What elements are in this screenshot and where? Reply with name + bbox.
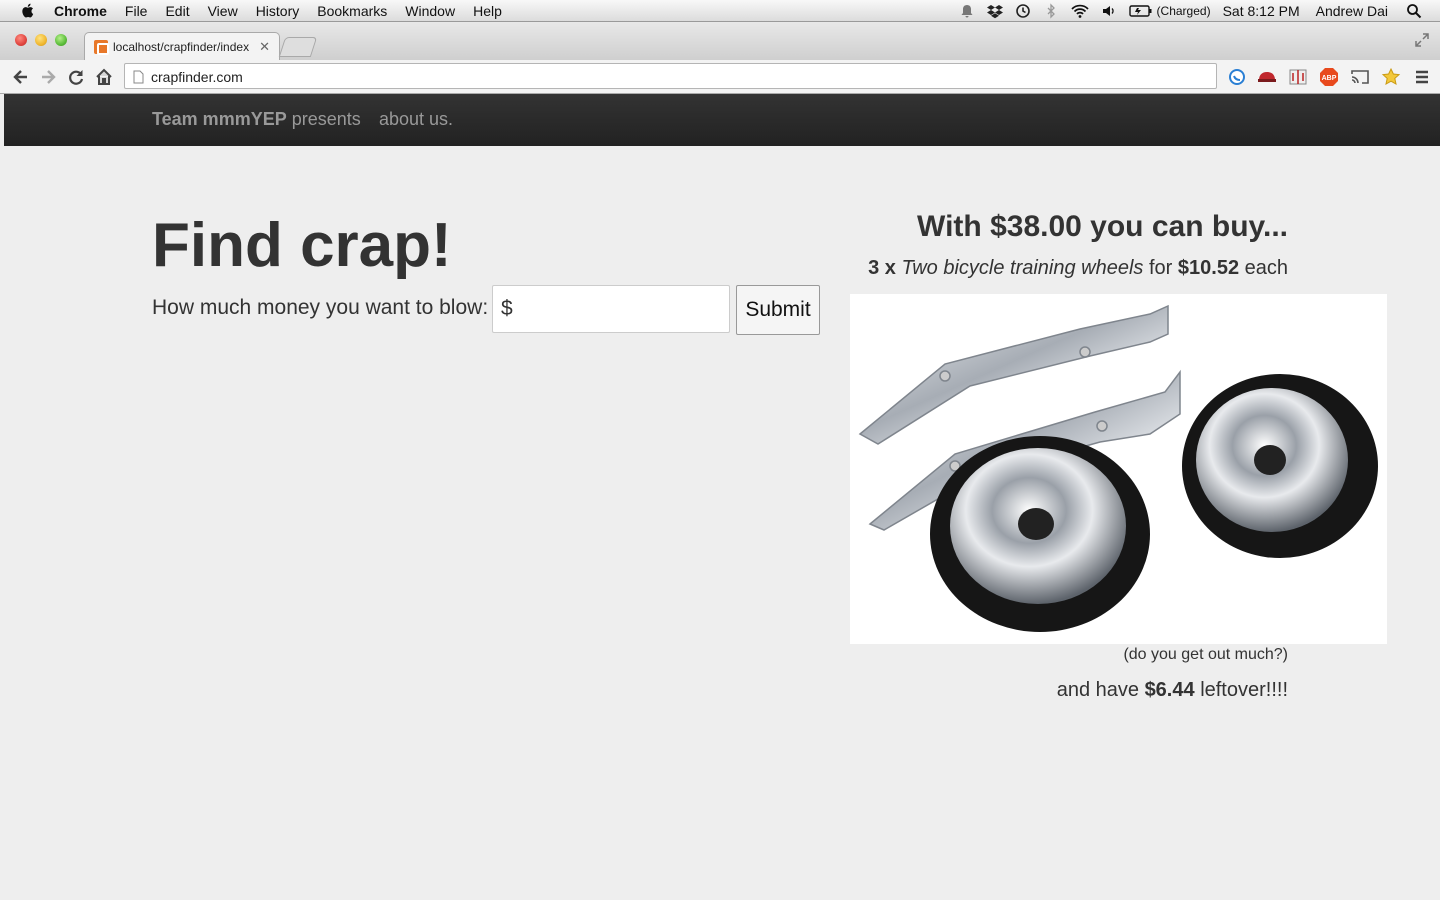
back-arrow-icon[interactable] <box>11 67 31 87</box>
result-quantity: 3 x <box>868 257 896 279</box>
tab-close-icon[interactable]: ✕ <box>259 39 270 55</box>
leftover-suffix: leftover!!!! <box>1200 679 1288 701</box>
brand-link[interactable]: Team mmmYEP presents <box>152 109 361 130</box>
result-line: 3 x Two bicycle training wheels for $10.… <box>668 257 1288 280</box>
page-title: Find crap! <box>152 211 452 280</box>
about-us-link[interactable]: about us. <box>379 109 453 130</box>
browser-tab-active[interactable]: localhost/crapfinder/index ✕ <box>84 32 280 60</box>
browser-toolbar: crapfinder.com ABP <box>0 60 1440 94</box>
spotlight-search-icon[interactable] <box>1406 3 1422 19</box>
menu-file[interactable]: File <box>125 2 148 20</box>
address-bar[interactable]: crapfinder.com <box>124 63 1217 89</box>
menu-app-name[interactable]: Chrome <box>54 2 107 20</box>
volume-icon[interactable] <box>1101 3 1117 19</box>
wifi-icon[interactable] <box>1070 3 1089 19</box>
svg-text:ABP: ABP <box>1322 75 1337 82</box>
menu-edit[interactable]: Edit <box>165 2 189 20</box>
cast-icon[interactable] <box>1350 67 1370 87</box>
leftover-line: and have $6.44 leftover!!!! <box>1057 679 1288 702</box>
readability-extension-icon[interactable] <box>1288 67 1308 87</box>
menu-history[interactable]: History <box>256 2 300 20</box>
menu-bookmarks[interactable]: Bookmarks <box>317 2 387 20</box>
fullscreen-icon[interactable] <box>1414 32 1430 48</box>
result-for: for <box>1148 257 1173 279</box>
bluetooth-icon[interactable] <box>1043 3 1059 19</box>
result-price: $10.52 <box>1177 257 1240 279</box>
leftover-amount: $6.44 <box>1144 679 1195 701</box>
site-navbar: Team mmmYEP presents about us. <box>4 94 1440 146</box>
page-icon <box>133 70 144 84</box>
money-prompt-label: How much money you want to blow: <box>152 296 489 319</box>
page-content: Find crap! How much money you want to bl… <box>4 146 1440 900</box>
menu-view[interactable]: View <box>208 2 238 20</box>
apple-icon[interactable] <box>20 2 36 19</box>
brand-presents: presents <box>286 109 361 129</box>
url-text[interactable]: crapfinder.com <box>151 69 243 85</box>
chrome-menu-icon[interactable] <box>1412 67 1432 87</box>
minimize-window-button[interactable] <box>35 34 47 46</box>
training-wheels-image <box>858 304 1378 632</box>
battery-icon[interactable] <box>1128 3 1153 19</box>
result-caption: (do you get out much?) <box>1123 646 1288 663</box>
dropbox-icon[interactable] <box>986 3 1003 19</box>
money-input[interactable]: $ <box>492 285 730 333</box>
submit-button[interactable]: Submit <box>736 285 820 335</box>
leftover-prefix: and have <box>1056 679 1139 701</box>
notification-bell-icon[interactable] <box>959 3 975 19</box>
tab-strip: localhost/crapfinder/index ✕ <box>0 22 1440 60</box>
skype-extension-icon[interactable] <box>1227 67 1247 87</box>
time-machine-icon[interactable] <box>1015 3 1031 19</box>
reload-icon[interactable] <box>66 67 86 87</box>
close-window-button[interactable] <box>15 34 27 46</box>
result-item-name: Two bicycle training wheels <box>901 257 1144 279</box>
tab-title: localhost/crapfinder/index <box>113 40 250 54</box>
product-image <box>850 294 1387 644</box>
bookmark-star-extension-icon[interactable] <box>1381 67 1401 87</box>
menu-bar: Chrome File Edit View History Bookmarks … <box>0 0 1440 22</box>
menu-items: Chrome File Edit View History Bookmarks … <box>54 2 520 20</box>
forward-arrow-icon[interactable] <box>38 67 58 87</box>
result-heading: With $38.00 you can buy... <box>917 210 1288 243</box>
zoom-window-button[interactable] <box>55 34 67 46</box>
ghostery-extension-icon[interactable] <box>1257 67 1277 87</box>
menu-help[interactable]: Help <box>473 2 502 20</box>
user-name[interactable]: Andrew Dai <box>1316 2 1388 20</box>
battery-status: (Charged) <box>1156 4 1211 18</box>
xampp-favicon-icon <box>94 40 109 55</box>
result-each: each <box>1244 257 1288 279</box>
adblock-plus-icon[interactable]: ABP <box>1319 67 1339 87</box>
status-area: (Charged) Sat 8:12 PM Andrew Dai <box>947 2 1422 20</box>
home-icon[interactable] <box>94 67 114 87</box>
clock[interactable]: Sat 8:12 PM <box>1223 2 1300 20</box>
brand-team: Team mmmYEP <box>152 109 287 129</box>
new-tab-button[interactable] <box>278 37 318 57</box>
menu-window[interactable]: Window <box>405 2 455 20</box>
